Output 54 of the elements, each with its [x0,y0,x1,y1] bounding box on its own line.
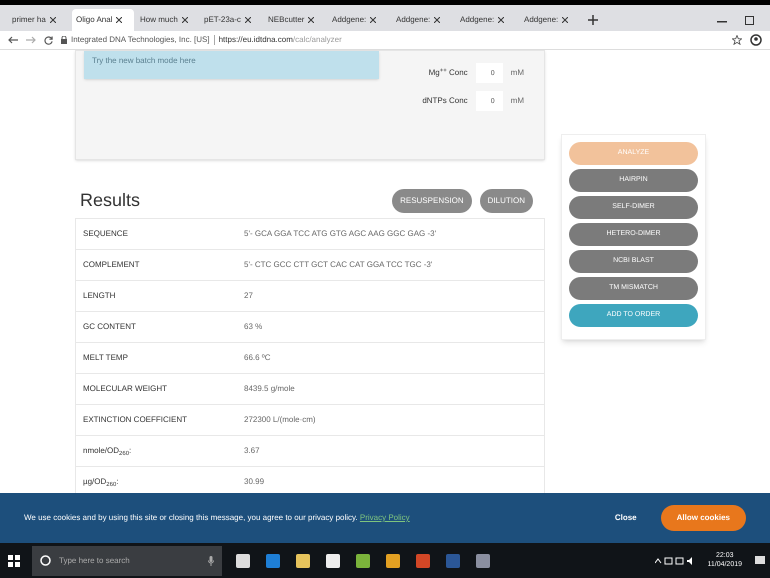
microphone-icon[interactable] [208,556,214,566]
address-bar[interactable]: Integrated DNA Technologies, Inc. [US] https://eu.idtdna.com/calc/analyzer [61,34,724,46]
lock-icon [61,36,67,44]
row-label: COMPLEMENT [82,259,140,271]
close-icon[interactable] [244,17,251,23]
row-label: EXTINCTION COEFFICIENT [82,414,188,426]
close-icon[interactable] [498,17,504,23]
close-icon[interactable] [434,17,440,23]
row-label: µg/OD$_{260}$: [82,476,120,488]
cookie-message: We use cookies and by using this site or closing this message, you agree to our privacy policy. Privacy Policy [24,512,410,524]
row-label: nmole/OD$_{260}$: [82,445,132,457]
close-icon[interactable] [116,17,122,23]
unit-label: mM [510,95,524,107]
row-label: LENGTH [82,290,116,302]
app-icon[interactable] [354,552,372,570]
close-icon[interactable] [308,17,314,23]
row-value: 8439.5 g/mole [244,383,295,395]
results-heading: Results [80,189,140,212]
row-value: 5'- CTC GCC CTT GCT CAC CAT GGA TCC TGC -3' [244,259,432,271]
account-icon[interactable] [750,34,762,46]
notification-icon[interactable] [754,554,766,566]
browser-tab[interactable]: Oligo Anal [72,9,134,31]
site-name: Integrated DNA Technologies, Inc. [US] [71,34,210,46]
close-icon[interactable] [562,17,568,23]
close-icon[interactable] [182,17,188,23]
row-value: 272300 L/(mole·cm) [244,414,316,426]
close-icon[interactable] [50,17,56,23]
field-label: dNTPs Conc [421,95,468,107]
url-text: https://eu.idtdna.com/calc/analyzer [218,34,342,46]
minimize-icon[interactable] [717,21,727,23]
app-icon[interactable] [474,552,492,570]
windows-icon[interactable] [8,554,20,566]
star-icon[interactable] [732,35,742,45]
unit-label: mM [510,67,524,79]
close-icon[interactable] [370,17,376,23]
row-label: GC CONTENT [82,321,137,333]
close-button[interactable]: Close [614,512,637,524]
back-icon[interactable] [8,36,18,44]
reload-icon[interactable] [44,36,53,44]
row-value: 5'- GCA GGA TCC ATG GTG AGC AAG GGC GAG -3' [244,228,436,240]
restore-icon[interactable] [745,16,754,25]
row-label: SEQUENCE [82,228,129,240]
row-value: 3.67 [244,445,260,457]
field-label: Mg$^{++}$ Conc [428,67,468,79]
row-value: 66.6 ºC [244,352,270,364]
row-value: 27 [244,290,253,302]
privacy-link[interactable]: Privacy Policy [360,513,410,522]
plus-icon[interactable] [588,15,598,25]
row-label: MOLECULAR WEIGHT [82,383,168,395]
row-value: 30.99 [244,476,264,488]
search-field[interactable]: Type here to search [32,546,222,576]
row-label: MELT TEMP [82,352,129,364]
circle-icon [40,555,51,566]
row-value: 63 % [244,321,262,333]
